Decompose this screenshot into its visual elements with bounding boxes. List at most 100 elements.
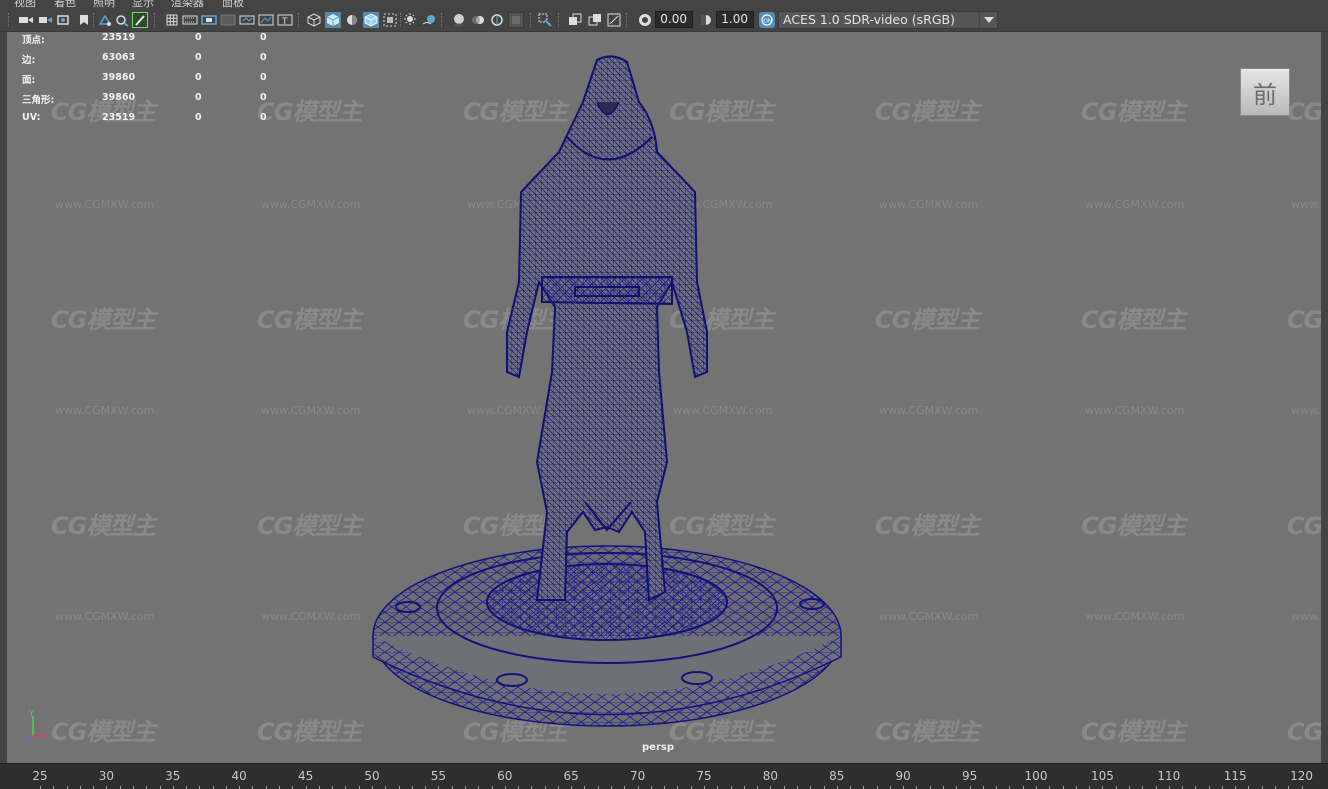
- frame-tick-label: 50: [364, 769, 380, 783]
- frame-tick-label: 115: [1223, 769, 1247, 783]
- menu-lighting[interactable]: 照明: [93, 0, 115, 8]
- frame-tick-label: 95: [961, 769, 978, 783]
- shadows-icon[interactable]: [421, 12, 437, 28]
- frame-tick-label: 45: [297, 769, 314, 783]
- depth-of-field-icon[interactable]: [508, 12, 524, 28]
- pedestal-base: [372, 545, 842, 727]
- frame-tick-label: 75: [696, 769, 712, 783]
- hud-total-value: 23519: [102, 32, 136, 43]
- hud-selected-value: 0: [195, 32, 202, 43]
- use-default-material-icon[interactable]: [344, 12, 360, 28]
- smooth-shade-icon[interactable]: [325, 12, 341, 28]
- svg-text:ON: ON: [764, 19, 772, 25]
- default-lighting-icon[interactable]: [402, 12, 418, 28]
- wireframe-character-model: [372, 55, 842, 727]
- hud-label: 边:: [22, 55, 36, 66]
- menu-show[interactable]: 显示: [132, 0, 154, 8]
- viewcube[interactable]: 前: [1240, 68, 1290, 116]
- hud-label: 面:: [22, 75, 36, 86]
- hud-total-value: 23519: [102, 112, 136, 123]
- resolution-gate-icon[interactable]: [201, 12, 217, 28]
- wireframe-on-shaded-icon[interactable]: [363, 12, 379, 28]
- camera-name-label: persp: [642, 742, 674, 753]
- motion-blur-icon[interactable]: [470, 12, 486, 28]
- frame-all-icon[interactable]: [606, 12, 622, 28]
- frame-tick-label: 70: [629, 769, 646, 783]
- camera-attributes-icon[interactable]: [37, 12, 53, 28]
- xray-icon[interactable]: [382, 12, 398, 28]
- hud-row: 边: 63063 0 0: [21, 52, 291, 66]
- xray-joints-icon[interactable]: [567, 12, 583, 28]
- toolbar-separator: [530, 13, 532, 27]
- svg-text:T: T: [281, 17, 288, 27]
- hud-component-value: 0: [260, 52, 267, 63]
- gamma-icon[interactable]: [698, 12, 714, 28]
- character-body: [506, 55, 708, 602]
- 2d-pan-zoom-icon[interactable]: [114, 12, 130, 28]
- hud-component-value: 0: [260, 92, 267, 103]
- frame-tick-label: 65: [563, 769, 579, 783]
- hud-row: 顶点: 23519 0 0: [21, 32, 291, 46]
- grease-pencil-icon[interactable]: [132, 12, 148, 28]
- hud-label: 三角形:: [22, 95, 55, 106]
- color-space-label: ACES 1.0 SDR-video (sRGB): [783, 12, 955, 27]
- frame-tick-label: 35: [165, 769, 181, 783]
- hud-label: UV:: [22, 112, 41, 123]
- hud-total-value: 39860: [102, 72, 136, 83]
- viewcube-front-label: 前: [1253, 80, 1277, 109]
- hud-selected-value: 0: [195, 92, 202, 103]
- chevron-down-icon: [979, 12, 997, 28]
- viewport-right-border: [1321, 32, 1328, 763]
- exposure-icon[interactable]: [637, 12, 653, 28]
- toolbar-separator: [298, 13, 300, 27]
- field-chart-icon[interactable]: [239, 12, 255, 28]
- menu-shading[interactable]: 着色: [54, 0, 76, 8]
- menu-bar: 视图 着色 照明 显示 渲染器 面板: [0, 0, 1328, 8]
- film-gate-icon[interactable]: [182, 12, 198, 28]
- time-slider[interactable]: 25 30 35 40 45 50 55 60 65 70 75 80 85 90 95 100 105 110 1…: [0, 763, 1328, 789]
- xray-active-icon[interactable]: [587, 12, 603, 28]
- panel-toolbar: T 0.00 1.00 ON ACES 1.0 SDR-video (sRGB): [0, 8, 1328, 32]
- safe-action-icon[interactable]: [258, 12, 274, 28]
- frame-tick-label: 55: [430, 769, 447, 783]
- exposure-field[interactable]: 0.00: [655, 11, 693, 28]
- hud-selected-value: 0: [195, 112, 202, 123]
- frame-tick-label: 110: [1157, 769, 1181, 783]
- frame-tick-label: 90: [895, 769, 911, 783]
- hud-component-value: 0: [260, 72, 267, 83]
- frame-tick-label: 40: [231, 769, 247, 783]
- hud-total-value: 39860: [102, 92, 136, 103]
- hud-total-value: 63063: [102, 52, 136, 63]
- color-management-icon[interactable]: ON: [759, 12, 775, 28]
- color-space-dropdown[interactable]: ACES 1.0 SDR-video (sRGB): [778, 11, 998, 29]
- isolate-select-icon[interactable]: [537, 12, 553, 28]
- svg-text:Y: Y: [28, 710, 34, 718]
- bookmark-icon[interactable]: [56, 12, 72, 28]
- menu-renderer[interactable]: 渲染器: [171, 0, 204, 8]
- camera-select-icon[interactable]: [18, 12, 34, 28]
- toolbar-separator: [558, 13, 560, 27]
- frame-tick-label: 30: [98, 769, 115, 783]
- hud-selected-value: 0: [195, 72, 202, 83]
- hud-row: 三角形: 39860 0 0: [21, 92, 291, 106]
- image-plane-icon[interactable]: [76, 12, 92, 28]
- toolbar-separator: [441, 13, 443, 27]
- grid-icon[interactable]: [164, 12, 180, 28]
- screen-space-ao-icon[interactable]: [451, 12, 467, 28]
- frame-tick-label: 120: [1290, 769, 1314, 783]
- safe-title-icon[interactable]: T: [277, 12, 293, 28]
- gamma-field[interactable]: 1.00: [716, 11, 754, 28]
- perspective-viewport[interactable]: CG模型主CG模型主CG模型主CG模型主CG模型主CG模型主CG模型主CG模型主…: [7, 32, 1321, 763]
- menu-view[interactable]: 视图: [14, 0, 36, 8]
- hud-selected-value: 0: [195, 52, 202, 63]
- 2d-pan-zoom-icon[interactable]: [97, 12, 113, 28]
- wireframe-icon[interactable]: [306, 12, 322, 28]
- menu-panels[interactable]: 面板: [222, 0, 244, 8]
- frame-tick-label: 25: [32, 769, 48, 783]
- multisample-aa-icon[interactable]: [489, 12, 505, 28]
- gate-mask-icon[interactable]: [220, 12, 236, 28]
- hud-component-value: 0: [260, 32, 267, 43]
- toolbar-separator: [154, 13, 156, 27]
- frame-tick-label: 60: [497, 769, 513, 783]
- frame-tick-label: 100: [1024, 769, 1048, 783]
